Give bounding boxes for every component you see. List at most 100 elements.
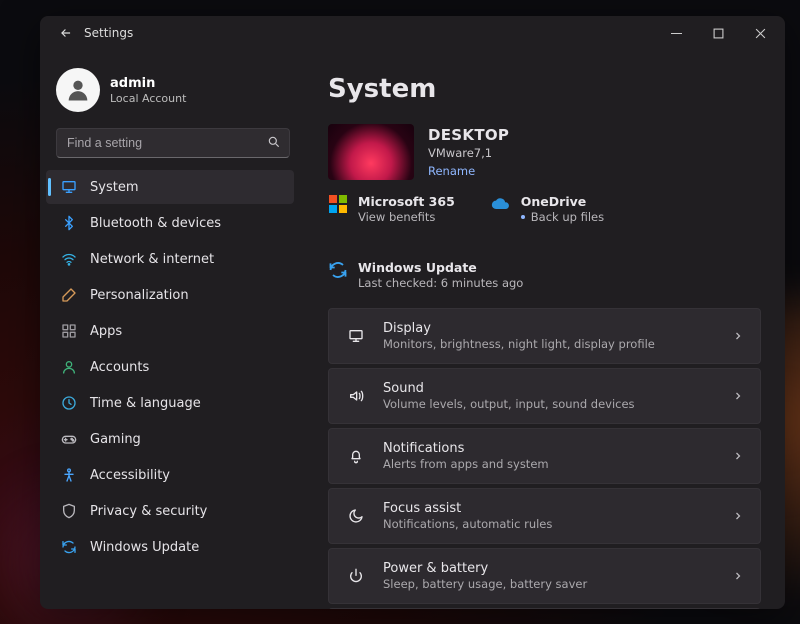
brush-icon [60, 286, 78, 304]
card-sub: Alerts from apps and system [383, 457, 716, 471]
services-row: Microsoft 365 View benefits OneDrive Bac… [328, 194, 761, 290]
card-title: Power & battery [383, 561, 716, 576]
service-sub: Back up files [521, 210, 604, 224]
power-icon [345, 565, 367, 587]
settings-card-display[interactable]: Display Monitors, brightness, night ligh… [328, 308, 761, 364]
user-name: admin [110, 76, 186, 91]
rename-link[interactable]: Rename [428, 164, 475, 178]
arrow-left-icon [59, 26, 73, 40]
net-icon [60, 250, 78, 268]
game-icon [60, 430, 78, 448]
sidebar-item-label: System [90, 180, 138, 195]
user-sub: Local Account [110, 92, 186, 105]
chevron-right-icon [732, 390, 744, 402]
person-icon [64, 76, 92, 104]
sidebar-item-label: Network & internet [90, 252, 214, 267]
sidebar-item-shield[interactable]: Privacy & security [46, 494, 294, 528]
sidebar-item-bt[interactable]: Bluetooth & devices [46, 206, 294, 240]
bt-icon [60, 214, 78, 232]
settings-window: Settings admin Local Account [40, 16, 785, 609]
minimize-icon [671, 28, 682, 39]
service-title: Microsoft 365 [358, 194, 455, 209]
card-title: Notifications [383, 441, 716, 456]
sidebar-item-game[interactable]: Gaming [46, 422, 294, 456]
user-account[interactable]: admin Local Account [46, 58, 300, 128]
sidebar-item-label: Privacy & security [90, 504, 207, 519]
sidebar-item-label: Time & language [90, 396, 201, 411]
desktop-thumbnail [328, 124, 414, 180]
close-button[interactable] [739, 19, 781, 47]
card-title: Focus assist [383, 501, 716, 516]
chevron-right-icon [732, 510, 744, 522]
sidebar-item-acct[interactable]: Accounts [46, 350, 294, 384]
settings-card-bell[interactable]: Notifications Alerts from apps and syste… [328, 428, 761, 484]
page-title: System [328, 74, 761, 104]
bell-icon [345, 445, 367, 467]
sidebar-item-label: Gaming [90, 432, 141, 447]
search-field[interactable] [56, 128, 290, 158]
service-sub: Last checked: 6 minutes ago [358, 276, 523, 290]
acc-icon [60, 466, 78, 484]
settings-card-list: Display Monitors, brightness, night ligh… [328, 308, 761, 609]
service-wu[interactable]: Windows Update Last checked: 6 minutes a… [328, 260, 523, 290]
sidebar: admin Local Account System Bluetooth & d… [40, 50, 300, 609]
sidebar-item-acc[interactable]: Accessibility [46, 458, 294, 492]
service-m365[interactable]: Microsoft 365 View benefits [328, 194, 455, 224]
search-icon [267, 135, 281, 149]
chevron-right-icon [732, 570, 744, 582]
moon-icon [345, 505, 367, 527]
sidebar-item-brush[interactable]: Personalization [46, 278, 294, 312]
sidebar-item-label: Windows Update [90, 540, 199, 555]
apps-icon [60, 322, 78, 340]
titlebar: Settings [40, 16, 785, 50]
sidebar-item-net[interactable]: Network & internet [46, 242, 294, 276]
sidebar-item-time[interactable]: Time & language [46, 386, 294, 420]
sound-icon [345, 385, 367, 407]
sidebar-item-label: Accounts [90, 360, 149, 375]
chevron-right-icon [732, 450, 744, 462]
sidebar-item-upd[interactable]: Windows Update [46, 530, 294, 564]
card-sub: Sleep, battery usage, battery saver [383, 577, 716, 591]
minimize-button[interactable] [655, 19, 697, 47]
upd-icon [60, 538, 78, 556]
wu-icon [328, 260, 348, 280]
card-sub: Volume levels, output, input, sound devi… [383, 397, 716, 411]
device-name: DESKTOP [428, 126, 509, 144]
search-input[interactable] [67, 136, 259, 150]
nav-list: System Bluetooth & devices Network & int… [46, 170, 300, 564]
sidebar-item-label: Personalization [90, 288, 189, 303]
settings-card-moon[interactable]: Focus assist Notifications, automatic ru… [328, 488, 761, 544]
service-title: Windows Update [358, 260, 523, 275]
service-title: OneDrive [521, 194, 604, 209]
sidebar-item-label: Accessibility [90, 468, 170, 483]
device-model: VMware7,1 [428, 146, 509, 160]
service-sub: View benefits [358, 210, 455, 224]
sidebar-item-apps[interactable]: Apps [46, 314, 294, 348]
back-button[interactable] [52, 19, 80, 47]
card-title: Sound [383, 381, 716, 396]
onedrive-icon [491, 194, 511, 214]
acct-icon [60, 358, 78, 376]
settings-card-power[interactable]: Power & battery Sleep, battery usage, ba… [328, 548, 761, 604]
main-content: System DESKTOP VMware7,1 Rename Microsof… [300, 50, 785, 609]
app-title: Settings [84, 26, 133, 40]
maximize-button[interactable] [697, 19, 739, 47]
card-sub: Notifications, automatic rules [383, 517, 716, 531]
sidebar-item-label: Apps [90, 324, 122, 339]
system-icon [60, 178, 78, 196]
service-onedrive[interactable]: OneDrive Back up files [491, 194, 604, 224]
shield-icon [60, 502, 78, 520]
sidebar-item-label: Bluetooth & devices [90, 216, 221, 231]
settings-card-sound[interactable]: Sound Volume levels, output, input, soun… [328, 368, 761, 424]
card-title: Display [383, 321, 716, 336]
display-icon [345, 325, 367, 347]
chevron-right-icon [732, 330, 744, 342]
device-info: DESKTOP VMware7,1 Rename [328, 124, 761, 180]
m365-icon [328, 194, 348, 214]
maximize-icon [713, 28, 724, 39]
sidebar-item-system[interactable]: System [46, 170, 294, 204]
settings-card-storage[interactable]: Storage Storage space, drives, configura… [328, 608, 761, 609]
avatar [56, 68, 100, 112]
time-icon [60, 394, 78, 412]
card-sub: Monitors, brightness, night light, displ… [383, 337, 716, 351]
